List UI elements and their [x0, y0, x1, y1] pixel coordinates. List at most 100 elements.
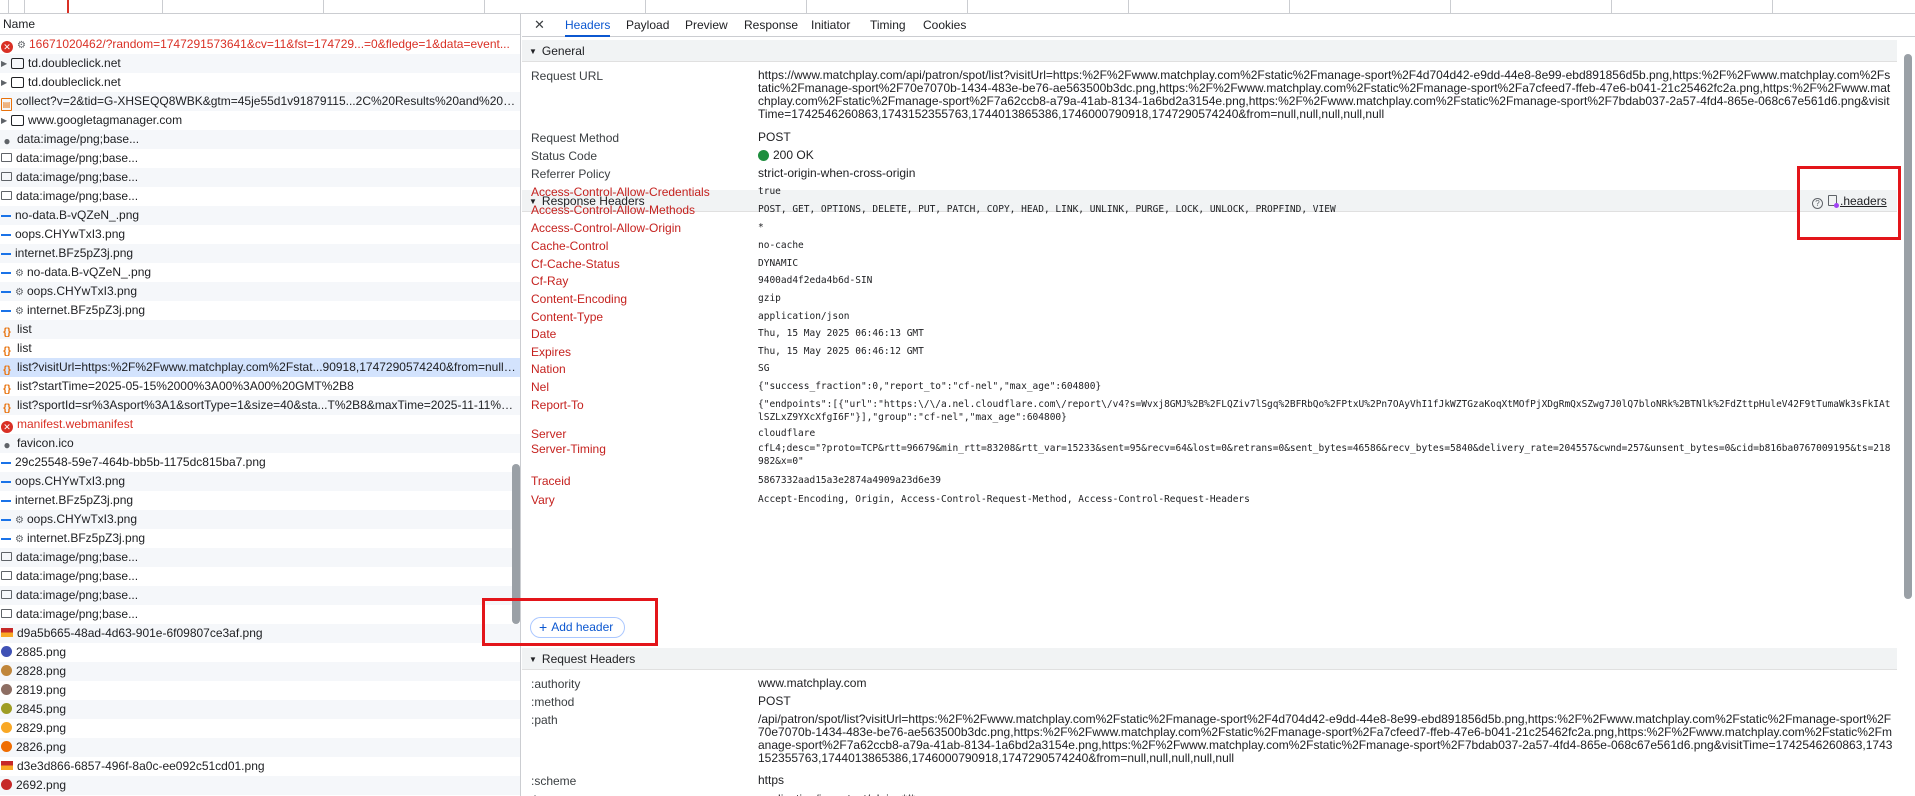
dash-icon	[1, 248, 11, 255]
name-column-header[interactable]: Name	[0, 14, 520, 35]
request-name: 2828.png	[16, 664, 67, 678]
request-row[interactable]: 2828.png	[0, 662, 520, 681]
error-icon: ✕	[1, 41, 13, 53]
request-row[interactable]: {} list?visitUrl=https:%2F%2Fwww.matchpla…	[0, 358, 520, 377]
request-name: oops.CHYwTxI3.png	[26, 284, 138, 298]
expand-arrow-icon[interactable]: ▶	[1, 54, 11, 73]
request-name: data:image/png;base...	[16, 151, 139, 165]
request-row[interactable]: ▤ collect?v=2&tid=G-XHSEQQ8WBK&gtm=45je55…	[0, 92, 520, 111]
request-row[interactable]: 29c25548-59e7-464b-bb5b-1175dc815ba7.png	[0, 453, 520, 472]
request-name: data:image/png;base...	[16, 170, 139, 184]
request-name: internet.BFz5pZ3j.png	[26, 303, 146, 317]
request-row[interactable]: data:image/png;base...	[0, 149, 520, 168]
request-row[interactable]: d9a5b665-48ad-4d63-901e-6f09807ce3af.png	[0, 624, 520, 643]
header-value: true	[758, 186, 781, 197]
header-key: Access-Control-Allow-Methods	[531, 203, 696, 217]
request-row[interactable]: data:image/png;base...	[0, 548, 520, 567]
request-headers-section-header[interactable]: ▼ Request Headers	[522, 648, 1897, 670]
dash-icon	[1, 229, 11, 236]
request-row[interactable]: {} list?startTime=2025-05-15%2000%3A00%3A…	[0, 377, 520, 396]
request-row[interactable]: ✕ ⚙ 16671020462/?random=1747291573641&cv=1…	[0, 35, 520, 54]
request-row[interactable]: data:image/png;base...	[0, 605, 520, 624]
ball-icon	[1, 684, 12, 695]
timeline-overview[interactable]	[0, 0, 1915, 14]
request-row[interactable]: 2845.png	[0, 700, 520, 719]
image-icon	[1, 571, 12, 580]
tab-timing[interactable]: Timing	[870, 14, 906, 37]
request-row[interactable]: ▶ www.googletagmanager.com	[0, 111, 520, 130]
image-icon	[1, 609, 12, 618]
dash-icon	[1, 286, 11, 293]
image-icon	[1, 590, 12, 599]
request-row[interactable]: ⚙ internet.BFz5pZ3j.png	[0, 529, 520, 548]
request-row[interactable]: ▶ td.doubleclick.net	[0, 73, 520, 92]
request-row[interactable]: 2692.png	[0, 776, 520, 795]
request-name: data:image/png;base...	[17, 132, 140, 146]
xhr-icon: {}	[3, 346, 11, 357]
request-row[interactable]: d3e3d866-6857-496f-8a0c-ee092c51cd01.png	[0, 757, 520, 776]
details-scrollbar[interactable]	[1904, 54, 1912, 599]
expand-arrow-icon[interactable]: ▶	[1, 111, 11, 130]
request-name: data:image/png;base...	[16, 607, 139, 621]
header-value: cfL4;desc="?proto=TCP&rtt=96679&min_rtt=…	[758, 443, 1891, 467]
request-row[interactable]: oops.CHYwTxI3.png	[0, 472, 520, 491]
request-name: data:image/png;base...	[16, 550, 139, 564]
header-value: www.matchplay.com	[758, 676, 867, 690]
request-name: www.googletagmanager.com	[28, 113, 183, 127]
frame-icon	[11, 115, 24, 126]
tab-preview[interactable]: Preview	[685, 14, 728, 37]
request-row[interactable]: data:image/png;base...	[0, 168, 520, 187]
close-icon[interactable]: ✕	[534, 17, 545, 33]
tab-payload[interactable]: Payload	[626, 14, 669, 37]
request-row[interactable]: oops.CHYwTxI3.png	[0, 225, 520, 244]
request-row[interactable]: data:image/png;base...	[0, 187, 520, 206]
header-key: :authority	[531, 677, 581, 691]
request-row[interactable]: ⚙ oops.CHYwTxI3.png	[0, 510, 520, 529]
request-row[interactable]: ⚙ oops.CHYwTxI3.png	[0, 282, 520, 301]
request-row[interactable]: ⚙ no-data.B-vQZeN_.png	[0, 263, 520, 282]
tab-headers[interactable]: Headers	[565, 14, 611, 37]
frame-icon	[11, 58, 24, 69]
tab-cookies[interactable]: Cookies	[923, 14, 966, 37]
expand-arrow-icon[interactable]: ▶	[1, 73, 11, 92]
request-row[interactable]: ▶ td.doubleclick.net	[0, 54, 520, 73]
header-key: Traceid	[531, 474, 571, 488]
image-icon	[1, 552, 12, 561]
xhr-icon: {}	[3, 327, 11, 338]
request-row[interactable]: {} list	[0, 320, 520, 339]
request-row[interactable]: {} list?sportId=sr%3Asport%3A1&sortType=1…	[0, 396, 520, 415]
request-row[interactable]: 2819.png	[0, 681, 520, 700]
tab-response[interactable]: Response	[744, 14, 798, 37]
request-row[interactable]: data:image/png;base...	[0, 586, 520, 605]
network-request-list[interactable]: Name ✕ ⚙ 16671020462/?random=1747291573641…	[0, 14, 521, 796]
request-row[interactable]: data:image/png;base...	[0, 567, 520, 586]
request-row[interactable]: ✕ manifest.webmanifest	[0, 415, 520, 434]
request-row[interactable]: 2829.png	[0, 719, 520, 738]
request-row[interactable]: no-data.B-vQZeN_.png	[0, 206, 520, 225]
request-row[interactable]: ● data:image/png;base...	[0, 130, 520, 149]
request-row[interactable]: internet.BFz5pZ3j.png	[0, 244, 520, 263]
header-value: application/json	[758, 311, 850, 322]
general-section-header[interactable]: ▼ General	[522, 40, 1897, 62]
request-row[interactable]: 2826.png	[0, 738, 520, 757]
header-value: Thu, 15 May 2025 06:46:13 GMT	[758, 328, 924, 339]
request-name: list	[17, 322, 32, 336]
ball-icon	[1, 741, 12, 752]
request-name: oops.CHYwTxI3.png	[15, 474, 126, 488]
header-key: Content-Encoding	[531, 292, 628, 306]
dash-icon	[1, 267, 11, 274]
error-icon: ✕	[1, 421, 13, 433]
dash-icon	[1, 457, 11, 464]
header-value: cloudflare	[758, 428, 816, 439]
dot-icon: ●	[3, 438, 11, 452]
request-row[interactable]: ⚙ internet.BFz5pZ3j.png	[0, 301, 520, 320]
tab-initiator[interactable]: Initiator	[811, 14, 850, 37]
request-name: list	[17, 341, 32, 355]
request-name: d9a5b665-48ad-4d63-901e-6f09807ce3af.png	[17, 626, 263, 640]
request-row[interactable]: {} list	[0, 339, 520, 358]
request-row[interactable]: internet.BFz5pZ3j.png	[0, 491, 520, 510]
collapse-triangle-icon: ▼	[529, 655, 537, 664]
request-row[interactable]: ● favicon.ico	[0, 434, 520, 453]
request-row[interactable]: 2885.png	[0, 643, 520, 662]
dash-icon	[1, 476, 11, 483]
